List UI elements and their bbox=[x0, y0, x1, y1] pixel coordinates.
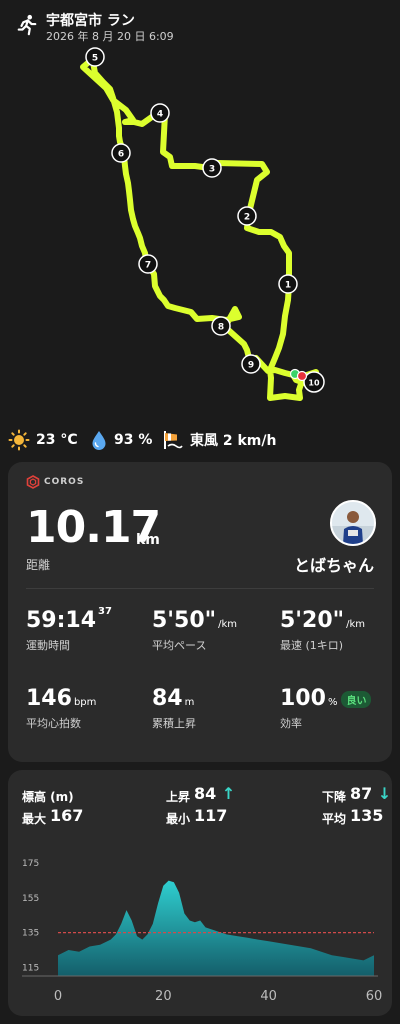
elevation-min-label: 最小 bbox=[166, 812, 191, 826]
svg-text:4: 4 bbox=[157, 110, 163, 120]
marker-3: 3 bbox=[202, 158, 222, 178]
svg-text:8: 8 bbox=[218, 323, 224, 333]
route-line bbox=[80, 54, 319, 401]
x-tick-label: 0 bbox=[54, 989, 62, 1004]
moving-time-label: 運動時間 bbox=[26, 639, 70, 652]
avg-hr-stat: 146 bpm 平均心拍数 bbox=[26, 686, 96, 731]
route-markers: 5 4 6 3 2 7 1 8 9 10 bbox=[85, 47, 325, 393]
elevation-max-value: 167 bbox=[50, 806, 84, 825]
brand-name: COROS bbox=[44, 477, 85, 487]
elevation-area bbox=[58, 880, 374, 976]
svg-text:6: 6 bbox=[118, 150, 124, 160]
humidity: 93 % bbox=[90, 428, 152, 452]
moving-time-hundredths: 37 bbox=[98, 606, 112, 617]
efficiency-value: 100 bbox=[280, 686, 326, 711]
elevation-down-value-group: 87 ↓ bbox=[350, 784, 391, 803]
efficiency-label: 効率 bbox=[280, 717, 302, 730]
wind-value: 東風 2 km/h bbox=[190, 433, 277, 449]
ascent-label: 累積上昇 bbox=[152, 717, 196, 730]
x-tick-label: 40 bbox=[260, 989, 277, 1004]
distance-unit: km bbox=[136, 532, 160, 548]
x-tick-label: 20 bbox=[155, 989, 172, 1004]
y-tick-label: 175 bbox=[22, 859, 39, 869]
coros-logo-icon bbox=[26, 475, 40, 489]
marker-8: 8 bbox=[211, 316, 231, 336]
header: 宇都宮市 ラン 2026 年 8 月 20 日 6:09 bbox=[16, 10, 386, 44]
y-tick-label: 135 bbox=[22, 929, 39, 939]
svg-text:2: 2 bbox=[244, 213, 250, 223]
best-pace-value: 5'20" bbox=[280, 608, 345, 633]
best-pace-stat: 5'20"/km 最速 (1キロ) bbox=[280, 608, 365, 653]
finish-point bbox=[296, 370, 308, 382]
elevation-card: 標高 (m) 最大 167 上昇 84 ↑ 最小 117 下降 87 ↓ 平均 … bbox=[8, 770, 392, 1016]
avg-pace-unit: /km bbox=[218, 619, 238, 630]
svg-text:1: 1 bbox=[285, 281, 291, 291]
marker-4: 4 bbox=[150, 103, 170, 123]
efficiency-unit: % bbox=[327, 697, 338, 708]
svg-text:7: 7 bbox=[145, 261, 151, 271]
activity-datetime: 2026 年 8 月 20 日 6:09 bbox=[46, 30, 174, 43]
efficiency-badge: 良い bbox=[341, 690, 372, 708]
temperature-value: 23 °C bbox=[36, 432, 78, 448]
runner-icon bbox=[17, 14, 37, 36]
avg-hr-unit: bpm bbox=[73, 697, 97, 708]
marker-2: 2 bbox=[237, 206, 257, 226]
elevation-up-label: 上昇 bbox=[166, 790, 191, 804]
ascent-unit: m bbox=[184, 697, 195, 708]
temperature: 23 °C bbox=[8, 428, 78, 452]
efficiency-stat: 100% 良い 効率 bbox=[280, 686, 372, 731]
avg-pace-label: 平均ペース bbox=[152, 639, 207, 652]
brand-logo: COROS bbox=[26, 474, 84, 490]
avg-pace-value: 5'50" bbox=[152, 608, 217, 633]
weather-bar: 23 °C 93 % 東風 2 km/h bbox=[8, 428, 392, 452]
elevation-down-label: 下降 bbox=[322, 790, 347, 804]
elevation-title: 標高 (m) bbox=[22, 790, 74, 804]
marker-9: 9 bbox=[241, 354, 261, 374]
moving-time-stat: 59:14 37 運動時間 bbox=[26, 606, 112, 653]
x-tick-label: 60 bbox=[366, 989, 383, 1004]
elevation-min-value: 117 bbox=[194, 806, 228, 825]
elevation-chart[interactable]: 115 135 155 175 0 20 40 60 bbox=[8, 850, 392, 1016]
droplet-icon bbox=[92, 431, 106, 450]
marker-1: 1 bbox=[278, 274, 298, 294]
avg-pace-stat: 5'50"/km 平均ペース bbox=[152, 608, 237, 653]
elevation-avg-label: 平均 bbox=[322, 812, 347, 826]
ascent-stat: 84 m 累積上昇 bbox=[152, 686, 196, 731]
humidity-value: 93 % bbox=[114, 432, 153, 448]
divider bbox=[26, 588, 374, 589]
arrow-up-icon: ↑ bbox=[221, 784, 236, 803]
best-pace-unit: /km bbox=[346, 619, 366, 630]
svg-text:9: 9 bbox=[248, 361, 254, 371]
avg-hr-label: 平均心拍数 bbox=[26, 717, 81, 730]
best-pace-label: 最速 (1キロ) bbox=[280, 639, 344, 652]
distance-label: 距離 bbox=[26, 558, 51, 572]
y-tick-label: 115 bbox=[22, 963, 39, 973]
marker-7: 7 bbox=[138, 254, 158, 274]
stats-card: COROS 10.17 km 距離 とばちゃん 59:14 37 運動時間 5'5… bbox=[8, 462, 392, 762]
elevation-max-label: 最大 bbox=[22, 812, 47, 826]
arrow-down-icon: ↓ bbox=[377, 784, 392, 803]
ascent-value: 84 bbox=[152, 686, 183, 711]
elevation-avg-value: 135 bbox=[350, 806, 384, 825]
elevation-down-value: 87 bbox=[350, 784, 373, 803]
username[interactable]: とばちゃん bbox=[294, 552, 374, 576]
moving-time-value: 59:14 bbox=[26, 608, 97, 633]
elevation-up-value-group: 84 ↑ bbox=[194, 784, 235, 803]
avatar-image bbox=[332, 502, 374, 544]
activity-title: 宇都宮市 ラン bbox=[46, 13, 135, 29]
route-map[interactable]: 5 4 6 3 2 7 1 8 9 10 bbox=[0, 44, 400, 420]
marker-6: 6 bbox=[111, 143, 131, 163]
y-tick-label: 155 bbox=[22, 894, 39, 904]
svg-text:10: 10 bbox=[308, 379, 320, 388]
svg-text:5: 5 bbox=[92, 54, 98, 64]
svg-text:3: 3 bbox=[209, 165, 215, 175]
marker-5: 5 bbox=[85, 47, 105, 67]
avg-hr-value: 146 bbox=[26, 686, 72, 711]
windsock-icon bbox=[164, 431, 183, 449]
avatar[interactable] bbox=[330, 500, 376, 546]
sun-icon bbox=[8, 429, 30, 451]
elevation-up-value: 84 bbox=[194, 784, 217, 803]
wind: 東風 2 km/h bbox=[162, 428, 276, 452]
